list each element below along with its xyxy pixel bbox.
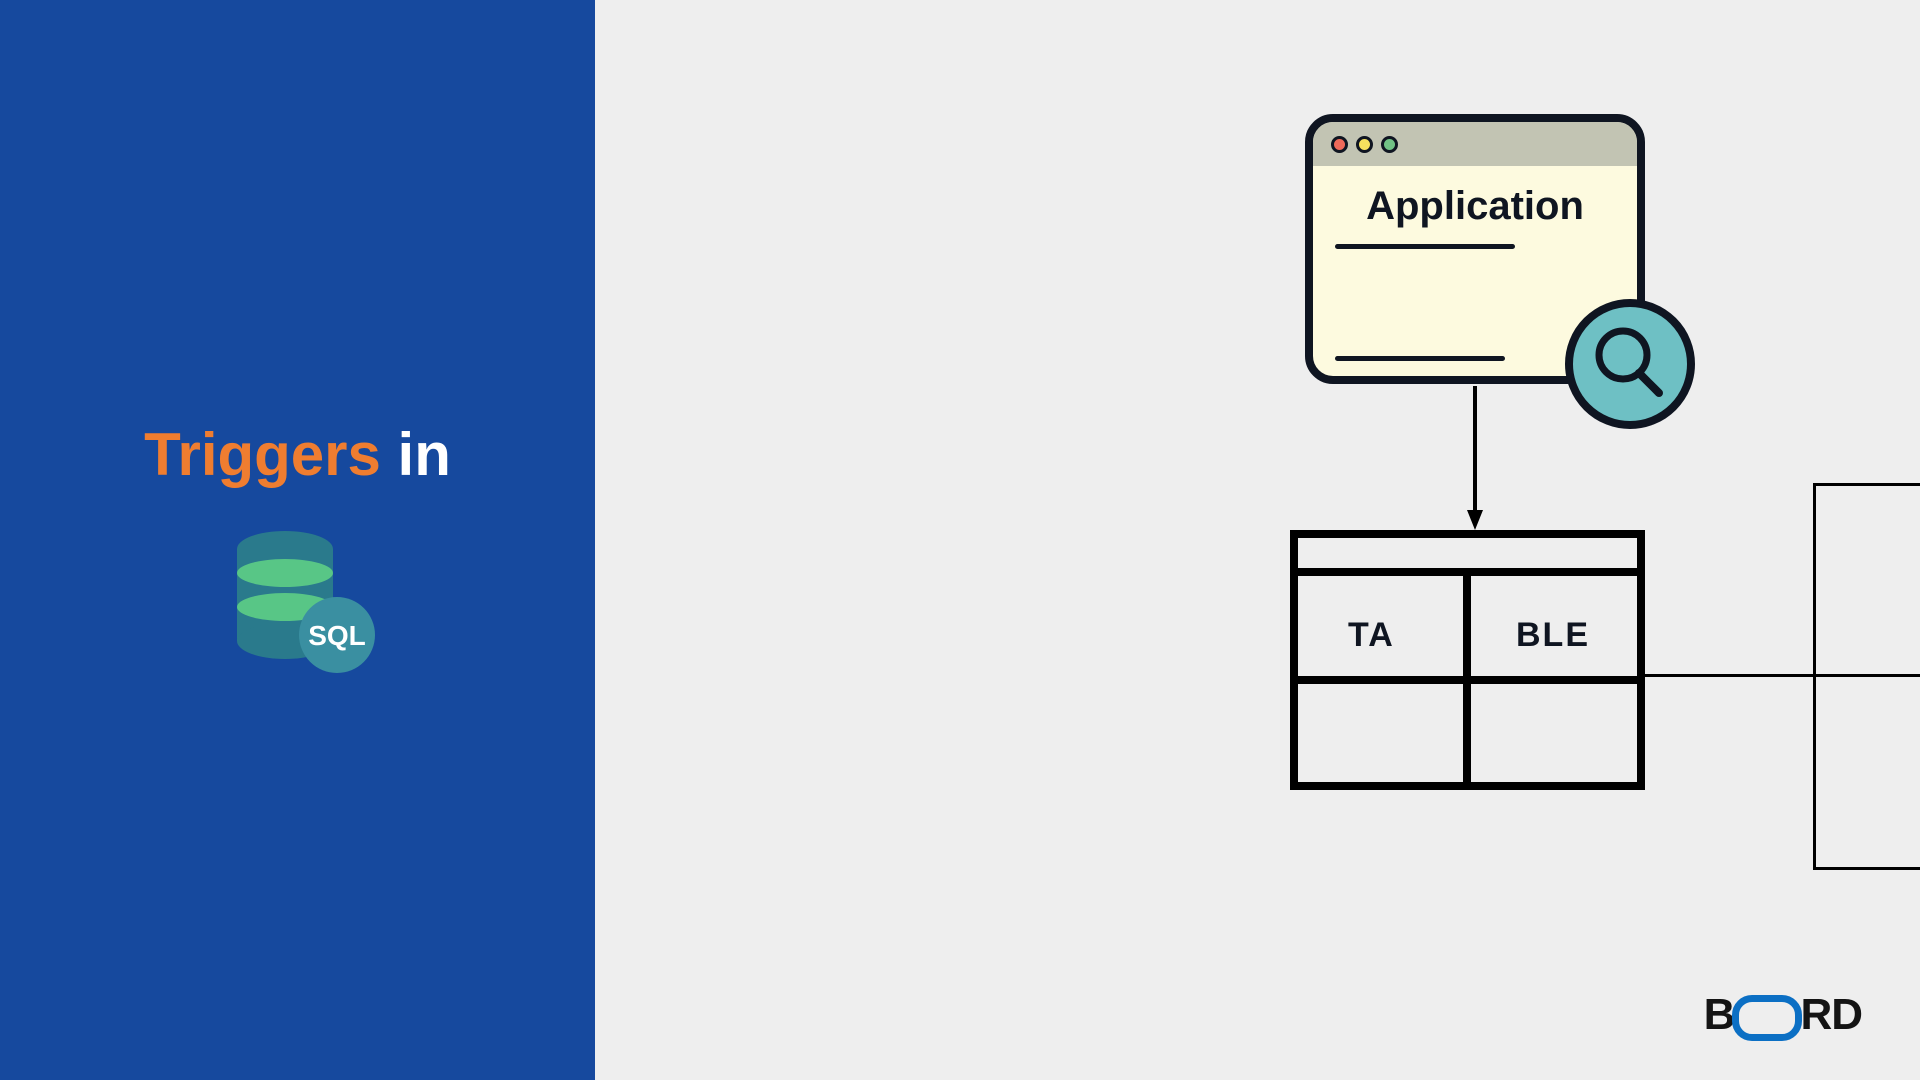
diagram-root: Triggers in SQL Application xyxy=(0,0,1920,1080)
left-panel: Triggers in SQL xyxy=(0,0,595,1080)
window-minimize-icon xyxy=(1356,136,1373,153)
magnifier-icon xyxy=(1573,307,1687,421)
connector-line xyxy=(1813,483,1920,486)
title-word-1: Triggers xyxy=(144,421,381,488)
window-line xyxy=(1335,244,1515,249)
window-titlebar xyxy=(1313,122,1637,166)
infinity-icon xyxy=(1732,995,1802,1041)
table-cell-right: BLE xyxy=(1516,616,1590,655)
sql-badge-text: SQL xyxy=(308,620,366,651)
connector-line xyxy=(1813,674,1920,677)
brand-letter-b: B xyxy=(1704,990,1735,1040)
window-close-icon xyxy=(1331,136,1348,153)
application-window: Application xyxy=(1305,114,1645,384)
right-panel: Application TA BLE xyxy=(595,0,1920,1080)
table-line xyxy=(1463,568,1471,782)
window-line xyxy=(1335,356,1505,361)
application-label: Application xyxy=(1305,184,1645,229)
search-circle xyxy=(1565,299,1695,429)
sql-database-icon: SQL xyxy=(225,525,385,685)
window-maximize-icon xyxy=(1381,136,1398,153)
table-icon: TA BLE xyxy=(1290,530,1645,790)
connector-line xyxy=(1645,674,1815,677)
connector-line xyxy=(1813,867,1920,870)
table-cell-left: TA xyxy=(1348,616,1395,655)
brand-logo: B RD xyxy=(1704,990,1862,1040)
arrow-app-to-table xyxy=(1465,386,1485,532)
brand-letters-rd: RD xyxy=(1800,990,1862,1040)
page-title: Triggers in xyxy=(0,422,595,488)
title-word-2: in xyxy=(398,421,451,488)
